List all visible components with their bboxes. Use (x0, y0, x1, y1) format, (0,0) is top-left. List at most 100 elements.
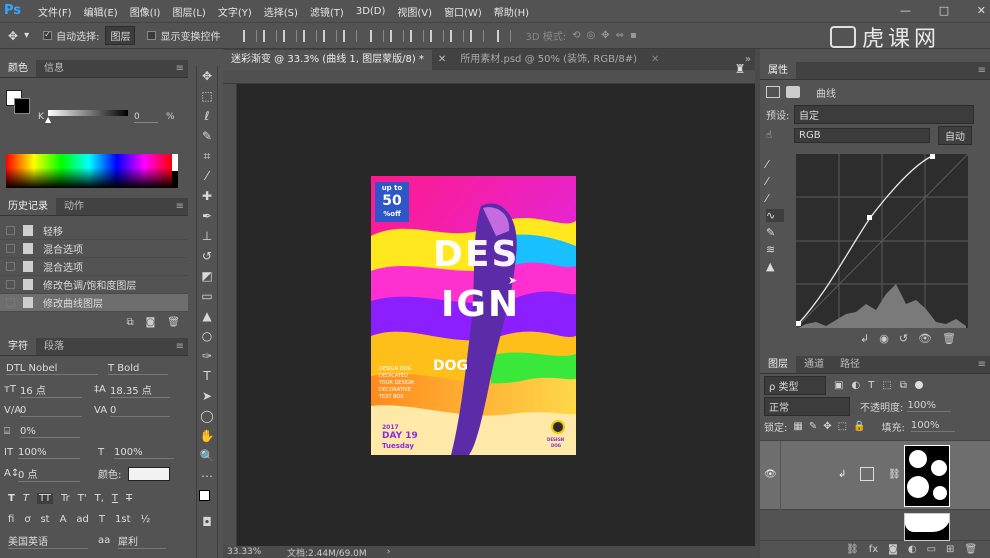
eyedropper-gray-icon[interactable]: ⁄ (766, 175, 784, 188)
curves-graph[interactable] (796, 154, 968, 328)
ruler-vertical[interactable] (223, 84, 237, 546)
layer-kind-filter[interactable]: ρ 类型 (764, 375, 826, 395)
tab-actions[interactable]: 动作 (56, 198, 92, 215)
panel-menu-icon[interactable]: ≡ (176, 338, 184, 355)
panel-menu-icon[interactable]: ≡ (176, 198, 184, 215)
history-item[interactable]: 混合选项 (0, 258, 188, 276)
new-adjustment-icon[interactable]: ◐ (908, 544, 917, 555)
quick-mask-icon[interactable]: ◘ (197, 512, 217, 532)
filter-pixel-icon[interactable]: ▣ (834, 380, 843, 391)
hand-tool-icon[interactable]: ✋ (197, 426, 217, 446)
move-tool-icon[interactable]: ✥ (197, 66, 217, 86)
faux-bold-button[interactable]: T (8, 493, 15, 504)
layer-mask-thumbnail[interactable] (904, 513, 950, 541)
align-top-icon[interactable] (243, 29, 258, 42)
history-item[interactable]: 轻移 (0, 222, 188, 240)
auto-select-checkbox[interactable] (43, 31, 53, 40)
3d-drag-icon[interactable]: ✥ (601, 30, 609, 41)
menu-type[interactable]: 文字(Y) (212, 4, 258, 19)
opentype-fi-icon[interactable]: fi (8, 514, 14, 525)
move-tool-icon[interactable]: ✥ (8, 29, 18, 43)
new-group-icon[interactable]: ▭ (927, 544, 936, 555)
tab-info[interactable]: 信息 (36, 60, 72, 77)
menu-edit[interactable]: 编辑(E) (78, 4, 124, 19)
k-slider-value[interactable]: 0 (134, 112, 158, 123)
lock-transparent-icon[interactable]: ▦ (793, 421, 802, 432)
opentype-1st-icon[interactable]: 1st (115, 514, 131, 525)
tab-character[interactable]: 字符 (0, 338, 36, 355)
faux-italic-button[interactable]: T (23, 493, 29, 504)
panel-menu-icon[interactable]: ≡ (978, 356, 986, 373)
ruler-horizontal[interactable] (223, 70, 755, 84)
layer-mask-thumbnail[interactable] (904, 445, 950, 507)
underline-button[interactable]: T (112, 493, 118, 504)
tracking-field[interactable]: 0 (110, 405, 170, 417)
crop-tool-icon[interactable]: ⌗ (197, 146, 217, 166)
delete-icon[interactable]: 🗑 (167, 317, 180, 328)
brush-tool-icon[interactable]: ✒ (197, 206, 217, 226)
vertical-scale-field[interactable]: 100% (18, 447, 80, 459)
all-caps-button[interactable]: TT (36, 493, 53, 504)
curve-point-mode-icon[interactable]: ∿ (766, 209, 784, 222)
history-brush-source-box[interactable] (6, 298, 15, 307)
3d-rotate-icon[interactable]: ⟲ (572, 30, 580, 41)
distribute-hcenter-icon[interactable] (450, 29, 465, 42)
strikethrough-button[interactable]: T (126, 493, 132, 504)
minimize-icon[interactable]: — (900, 4, 911, 18)
font-family-dropdown[interactable]: DTL Nobel (6, 363, 98, 375)
baseline-shift-field[interactable]: 0 点 (18, 466, 80, 482)
auto-select-dropdown[interactable]: 图层 (105, 26, 136, 45)
distribute-right-icon[interactable] (470, 29, 485, 42)
menu-image[interactable]: 图像(I) (124, 4, 167, 19)
pen-tool-icon[interactable]: ✑ (197, 346, 217, 366)
mask-link-icon[interactable]: ⛓ (888, 469, 901, 480)
history-brush-tool-icon[interactable]: ↺ (197, 246, 217, 266)
horizontal-scale-field[interactable]: 100% (114, 447, 174, 459)
tool-preset-chevron-icon[interactable]: ▾ (24, 30, 29, 41)
auto-button[interactable]: 自动 (938, 125, 972, 145)
close-tab-icon[interactable]: ✕ (645, 50, 665, 70)
show-transform-checkbox[interactable] (147, 31, 157, 40)
ellipse-tool-icon[interactable]: ◯ (197, 406, 217, 426)
menu-view[interactable]: 视图(V) (391, 4, 438, 19)
link-layers-icon[interactable]: ⛓ (846, 544, 859, 555)
tab-layers[interactable]: 图层 (760, 356, 796, 373)
align-left-icon[interactable] (303, 29, 318, 42)
lock-position-icon[interactable]: ✥ (823, 421, 831, 432)
menu-layer[interactable]: 图层(L) (166, 4, 211, 19)
reset-icon[interactable]: ↺ (899, 332, 908, 345)
font-size-field[interactable]: 16 点 (20, 382, 82, 398)
history-brush-source-box[interactable] (6, 226, 15, 235)
panel-menu-icon[interactable]: ≡ (176, 60, 184, 77)
align-right-icon[interactable] (343, 29, 358, 42)
opentype-swash-icon[interactable]: ơ (24, 514, 30, 525)
opentype-half-icon[interactable]: ½ (141, 514, 151, 525)
filter-adjustment-icon[interactable]: ◐ (851, 380, 860, 391)
align-bottom-icon[interactable] (283, 29, 298, 42)
swap-colors-icon[interactable] (197, 486, 217, 512)
tab-history[interactable]: 历史记录 (0, 198, 56, 215)
close-tab-icon[interactable]: ✕ (432, 50, 452, 70)
channel-dropdown[interactable]: RGB (794, 127, 930, 143)
subscript-button[interactable]: T, (95, 493, 104, 504)
proportional-spacing-field[interactable]: 0% (20, 426, 80, 438)
opacity-field[interactable]: 100% (907, 400, 952, 412)
layer-row-curves[interactable]: 👁 ↲ ⛓ (760, 440, 990, 511)
curve-smooth-icon[interactable]: ≋ (766, 243, 784, 256)
tab-paths[interactable]: 路径 (832, 356, 868, 373)
3d-slide-icon[interactable]: ⇔ (616, 30, 624, 41)
color-spectrum[interactable] (6, 154, 172, 188)
tab-paragraph[interactable]: 段落 (36, 338, 72, 355)
3d-scale-icon[interactable]: ▪ (630, 30, 637, 41)
curve-pencil-icon[interactable]: ✎ (766, 226, 784, 239)
font-style-dropdown[interactable]: T Bold (108, 363, 168, 375)
new-layer-icon[interactable]: ⊞ (946, 544, 954, 555)
distribute-top-icon[interactable] (370, 29, 385, 42)
tab-channels[interactable]: 通道 (796, 356, 832, 373)
k-slider-track[interactable] (48, 110, 128, 116)
eyedropper-black-icon[interactable]: ⁄ (766, 158, 784, 171)
view-previous-state-icon[interactable]: ◉ (879, 332, 889, 345)
zoom-tool-icon[interactable]: 🔍 (197, 446, 217, 466)
clipping-warning-icon[interactable]: ▲ (766, 260, 784, 273)
lock-paint-icon[interactable]: ✎ (809, 421, 817, 432)
